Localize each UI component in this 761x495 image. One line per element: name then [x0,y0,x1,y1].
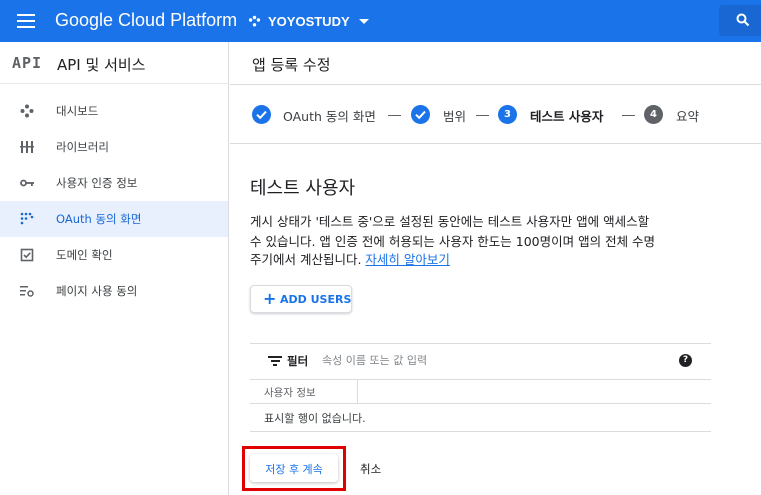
settings-list-icon [20,286,34,297]
key-icon [20,179,34,187]
filter-icon[interactable] [268,356,282,367]
sidebar-item-library[interactable]: 라이브러리 [0,129,228,165]
project-name: YOYOSTUDY [268,13,350,29]
filter-input[interactable] [322,349,652,371]
sidebar-title: API 및 서비스 [57,56,146,74]
description-line: 수 있습니다. 앱 인증 전에 허용되는 사용자 한도는 100명이며 앱의 전… [250,234,656,249]
brand-title[interactable]: Google Cloud Platform [55,10,237,31]
sidebar-item-label: 도메인 확인 [56,248,113,262]
library-icon [20,141,34,153]
sidebar-item-credentials[interactable]: 사용자 인증 정보 [0,165,228,201]
checkbox-icon [20,248,34,262]
column-header-user-info[interactable]: 사용자 정보 [250,380,358,403]
divider [250,431,711,432]
add-users-button[interactable]: + ADD USERS [250,285,352,313]
sidebar-item-domain-verification[interactable]: 도메인 확인 [0,237,228,273]
cancel-label: 취소 [360,462,382,476]
step-number-badge: 3 [498,105,517,124]
search-button[interactable] [719,5,761,36]
hamburger-menu-icon[interactable] [17,14,35,28]
step-scopes[interactable]: 범위 [443,106,466,125]
divider [230,143,761,144]
empty-table-message: 표시할 행이 없습니다. [264,412,366,425]
consent-icon [20,212,34,225]
sidebar-item-label: 라이브러리 [56,140,109,154]
divider [230,84,761,85]
step-complete-check-icon [252,105,271,124]
step-connector [476,115,489,116]
sidebar-item-oauth-consent[interactable]: OAuth 동의 화면 [0,201,228,237]
top-app-bar: Google Cloud Platform YOYOSTUDY [0,0,761,42]
step-complete-check-icon [411,105,430,124]
description-line: 주기에서 계산됩니다. 자세히 알아보기 [250,249,720,268]
save-and-continue-button[interactable]: 저장 후 계속 [250,454,338,482]
sidebar-header: API API 및 서비스 [0,42,228,84]
step-number-badge: 4 [644,105,663,124]
step-oauth-consent[interactable]: OAuth 동의 화면 [283,106,376,125]
step-connector [388,115,401,116]
chevron-down-icon [358,18,369,24]
stepper: OAuth 동의 화면 범위 3 테스트 사용자 4 요약 [252,104,761,126]
plus-icon: + [263,289,277,308]
dashboard-icon [20,104,34,118]
table-header: 사용자 정보 [250,379,711,404]
cancel-button[interactable]: 취소 [352,454,392,482]
step-test-users[interactable]: 테스트 사용자 [530,106,603,125]
project-selector[interactable]: YOYOSTUDY [248,11,369,31]
filter-label: 필터 [287,354,309,368]
sidebar-item-page-usage-agreement[interactable]: 페이지 사용 동의 [0,273,228,309]
sidebar-item-label: 페이지 사용 동의 [56,284,138,298]
test-users-table: 필터 ? 사용자 정보 표시할 행이 없습니다. [250,343,711,432]
learn-more-link[interactable]: 자세히 알아보기 [365,252,449,267]
help-icon[interactable]: ? [679,354,692,367]
sidebar-item-label: 사용자 인증 정보 [56,176,138,190]
api-logo: API [12,54,43,72]
divider [250,343,711,344]
project-hexagon-icon [248,15,261,26]
add-users-label: ADD USERS [280,293,352,306]
sidebar-item-label: 대시보드 [56,104,99,118]
section-title: 테스트 사용자 [250,178,356,199]
sidebar-item-label: OAuth 동의 화면 [56,212,142,226]
step-connector [622,115,635,116]
description-text: 주기에서 계산됩니다. [250,252,366,267]
column-header-label: 사용자 정보 [264,387,316,399]
step-summary[interactable]: 요약 [676,106,699,125]
page-title: 앱 등록 수정 [252,56,331,74]
sidebar-item-dashboard[interactable]: 대시보드 [0,93,228,129]
search-icon [736,13,750,27]
description-line: 게시 상태가 '테스트 중'으로 설정된 동안에는 테스트 사용자만 앱에 액세… [250,214,650,229]
sidebar: API API 및 서비스 대시보드 라이브러리 사용자 인증 정보 OAuth… [0,42,229,495]
save-and-continue-label: 저장 후 계속 [265,463,323,476]
